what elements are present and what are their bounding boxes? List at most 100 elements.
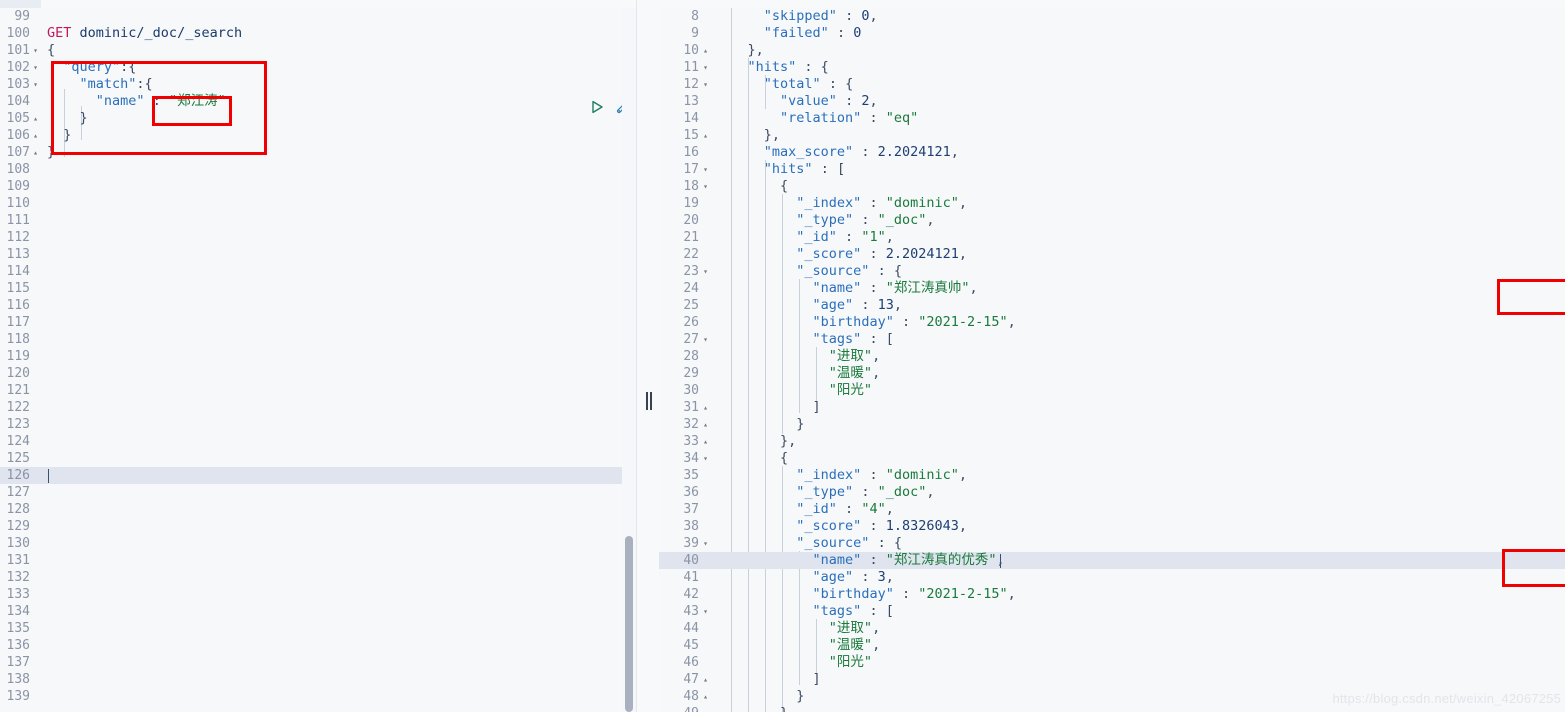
- code-line[interactable]: 137: [0, 654, 636, 671]
- code-line[interactable]: 27 ▾ "tags" : [: [659, 331, 1565, 348]
- code-line[interactable]: 131: [0, 552, 636, 569]
- fold-toggle-icon[interactable]: ▾: [700, 535, 711, 552]
- response-viewer-pane[interactable]: 8 "skipped" : 0, 9 "failed" : 0 10 ▴ }, 11 ▾ …: [659, 0, 1565, 712]
- code-line[interactable]: 26 "birthday" : "2021-2-15",: [659, 314, 1565, 331]
- code-line[interactable]: 41 "age" : 3,: [659, 569, 1565, 586]
- code-line[interactable]: 111: [0, 212, 636, 229]
- code-line[interactable]: 132: [0, 569, 636, 586]
- code-line[interactable]: 43 ▾ "tags" : [: [659, 603, 1565, 620]
- code-line[interactable]: 103 ▾ "match":{: [0, 76, 636, 93]
- pane-splitter[interactable]: [637, 0, 659, 712]
- code-line[interactable]: 35 "_index" : "dominic",: [659, 467, 1565, 484]
- code-line[interactable]: 117: [0, 314, 636, 331]
- code-line[interactable]: 22 "_score" : 2.2024121,: [659, 246, 1565, 263]
- fold-toggle-icon[interactable]: ▴: [700, 127, 711, 144]
- code-line[interactable]: 42 "birthday" : "2021-2-15",: [659, 586, 1565, 603]
- fold-toggle-icon[interactable]: ▴: [700, 433, 711, 450]
- fold-toggle-icon[interactable]: ▾: [700, 59, 711, 76]
- request-scrollbar-thumb[interactable]: [625, 536, 633, 712]
- fold-toggle-icon[interactable]: ▴: [700, 416, 711, 433]
- code-line[interactable]: 128: [0, 501, 636, 518]
- code-line[interactable]: 105 ▴ }: [0, 110, 636, 127]
- code-line[interactable]: 28 "进取",: [659, 348, 1565, 365]
- code-line[interactable]: 47 ▴ ]: [659, 671, 1565, 688]
- code-line[interactable]: 20 "_type" : "_doc",: [659, 212, 1565, 229]
- code-line[interactable]: 115: [0, 280, 636, 297]
- code-line[interactable]: 133: [0, 586, 636, 603]
- fold-toggle-icon[interactable]: ▾: [30, 42, 41, 59]
- code-line[interactable]: 104 "name" : "郑江涛": [0, 93, 636, 110]
- code-line[interactable]: 124: [0, 433, 636, 450]
- code-line[interactable]: 32 ▴ }: [659, 416, 1565, 433]
- request-line-list[interactable]: 99 100 GET dominic/_doc/_search 101 ▾{102 ▾ "…: [0, 8, 636, 712]
- fold-toggle-icon[interactable]: ▾: [700, 603, 711, 620]
- code-line[interactable]: 23 ▾ "_source" : {: [659, 263, 1565, 280]
- fold-toggle-icon[interactable]: ▾: [700, 331, 711, 348]
- request-code-area[interactable]: 99 100 GET dominic/_doc/_search 101 ▾{102 ▾ "…: [0, 8, 636, 712]
- code-line[interactable]: 16 "max_score" : 2.2024121,: [659, 144, 1565, 161]
- code-line[interactable]: 11 ▾ "hits" : {: [659, 59, 1565, 76]
- code-line[interactable]: 102 ▾ "query":{: [0, 59, 636, 76]
- code-line[interactable]: 9 "failed" : 0: [659, 25, 1565, 42]
- code-line[interactable]: 121: [0, 382, 636, 399]
- fold-toggle-icon[interactable]: ▴: [700, 705, 711, 712]
- code-line[interactable]: 46 "阳光": [659, 654, 1565, 671]
- code-line[interactable]: 100 GET dominic/_doc/_search: [0, 25, 636, 42]
- fold-toggle-icon[interactable]: ▾: [700, 450, 711, 467]
- fold-toggle-icon[interactable]: ▾: [700, 161, 711, 178]
- code-line[interactable]: 113: [0, 246, 636, 263]
- code-line[interactable]: 30 "阳光": [659, 382, 1565, 399]
- code-line[interactable]: 25 "age" : 13,: [659, 297, 1565, 314]
- response-line-list[interactable]: 8 "skipped" : 0, 9 "failed" : 0 10 ▴ }, 11 ▾ …: [659, 8, 1565, 712]
- code-line[interactable]: 120: [0, 365, 636, 382]
- code-line[interactable]: 114: [0, 263, 636, 280]
- code-line[interactable]: 129: [0, 518, 636, 535]
- code-line[interactable]: 116: [0, 297, 636, 314]
- fold-toggle-icon[interactable]: ▴: [700, 671, 711, 688]
- request-editor-pane[interactable]: 99 100 GET dominic/_doc/_search 101 ▾{102 ▾ "…: [0, 0, 637, 712]
- code-line[interactable]: 15 ▴ },: [659, 127, 1565, 144]
- code-line[interactable]: 39 ▾ "_source" : {: [659, 535, 1565, 552]
- fold-toggle-icon[interactable]: ▴: [700, 399, 711, 416]
- code-line[interactable]: 138: [0, 671, 636, 688]
- code-line[interactable]: 14 "relation" : "eq": [659, 110, 1565, 127]
- code-line[interactable]: 130: [0, 535, 636, 552]
- code-line[interactable]: 24 "name" : "郑江涛真帅",: [659, 280, 1565, 297]
- code-line[interactable]: 125: [0, 450, 636, 467]
- code-line[interactable]: 109: [0, 178, 636, 195]
- code-line[interactable]: 45 "温暖",: [659, 637, 1565, 654]
- fold-toggle-icon[interactable]: ▾: [700, 263, 711, 280]
- code-line[interactable]: 49▴ }: [659, 705, 1565, 712]
- code-line[interactable]: 106 ▴ }: [0, 127, 636, 144]
- code-line[interactable]: 34 ▾ {: [659, 450, 1565, 467]
- code-line[interactable]: 12 ▾ "total" : {: [659, 76, 1565, 93]
- code-line[interactable]: 108: [0, 161, 636, 178]
- fold-toggle-icon[interactable]: ▴: [700, 42, 711, 59]
- code-line[interactable]: 10 ▴ },: [659, 42, 1565, 59]
- code-line[interactable]: 29 "温暖",: [659, 365, 1565, 382]
- code-line[interactable]: 127: [0, 484, 636, 501]
- code-line[interactable]: 8 "skipped" : 0,: [659, 8, 1565, 25]
- code-line[interactable]: 18 ▾ {: [659, 178, 1565, 195]
- code-line[interactable]: 101 ▾ {: [0, 42, 636, 59]
- code-line[interactable]: 119: [0, 348, 636, 365]
- code-line[interactable]: 110: [0, 195, 636, 212]
- code-line[interactable]: 123: [0, 416, 636, 433]
- code-line[interactable]: 36 "_type" : "_doc",: [659, 484, 1565, 501]
- response-code-area[interactable]: 8 "skipped" : 0, 9 "failed" : 0 10 ▴ }, 11 ▾ …: [659, 8, 1565, 712]
- code-line[interactable]: 44 "进取",: [659, 620, 1565, 637]
- splitter-grip-icon[interactable]: [646, 392, 652, 410]
- code-line[interactable]: 17 ▾ "hits" : [: [659, 161, 1565, 178]
- fold-toggle-icon[interactable]: ▴: [30, 144, 41, 161]
- fold-toggle-icon[interactable]: ▾: [30, 76, 41, 93]
- fold-toggle-icon[interactable]: ▴: [30, 127, 41, 144]
- code-line[interactable]: 13 "value" : 2,: [659, 93, 1565, 110]
- code-line[interactable]: 135: [0, 620, 636, 637]
- code-line[interactable]: 126: [0, 467, 636, 484]
- code-line[interactable]: 112: [0, 229, 636, 246]
- code-line[interactable]: 21 "_id" : "1",: [659, 229, 1565, 246]
- code-line[interactable]: 37 "_id" : "4",: [659, 501, 1565, 518]
- play-icon[interactable]: [588, 98, 606, 116]
- code-line[interactable]: 134: [0, 603, 636, 620]
- fold-toggle-icon[interactable]: ▾: [700, 76, 711, 93]
